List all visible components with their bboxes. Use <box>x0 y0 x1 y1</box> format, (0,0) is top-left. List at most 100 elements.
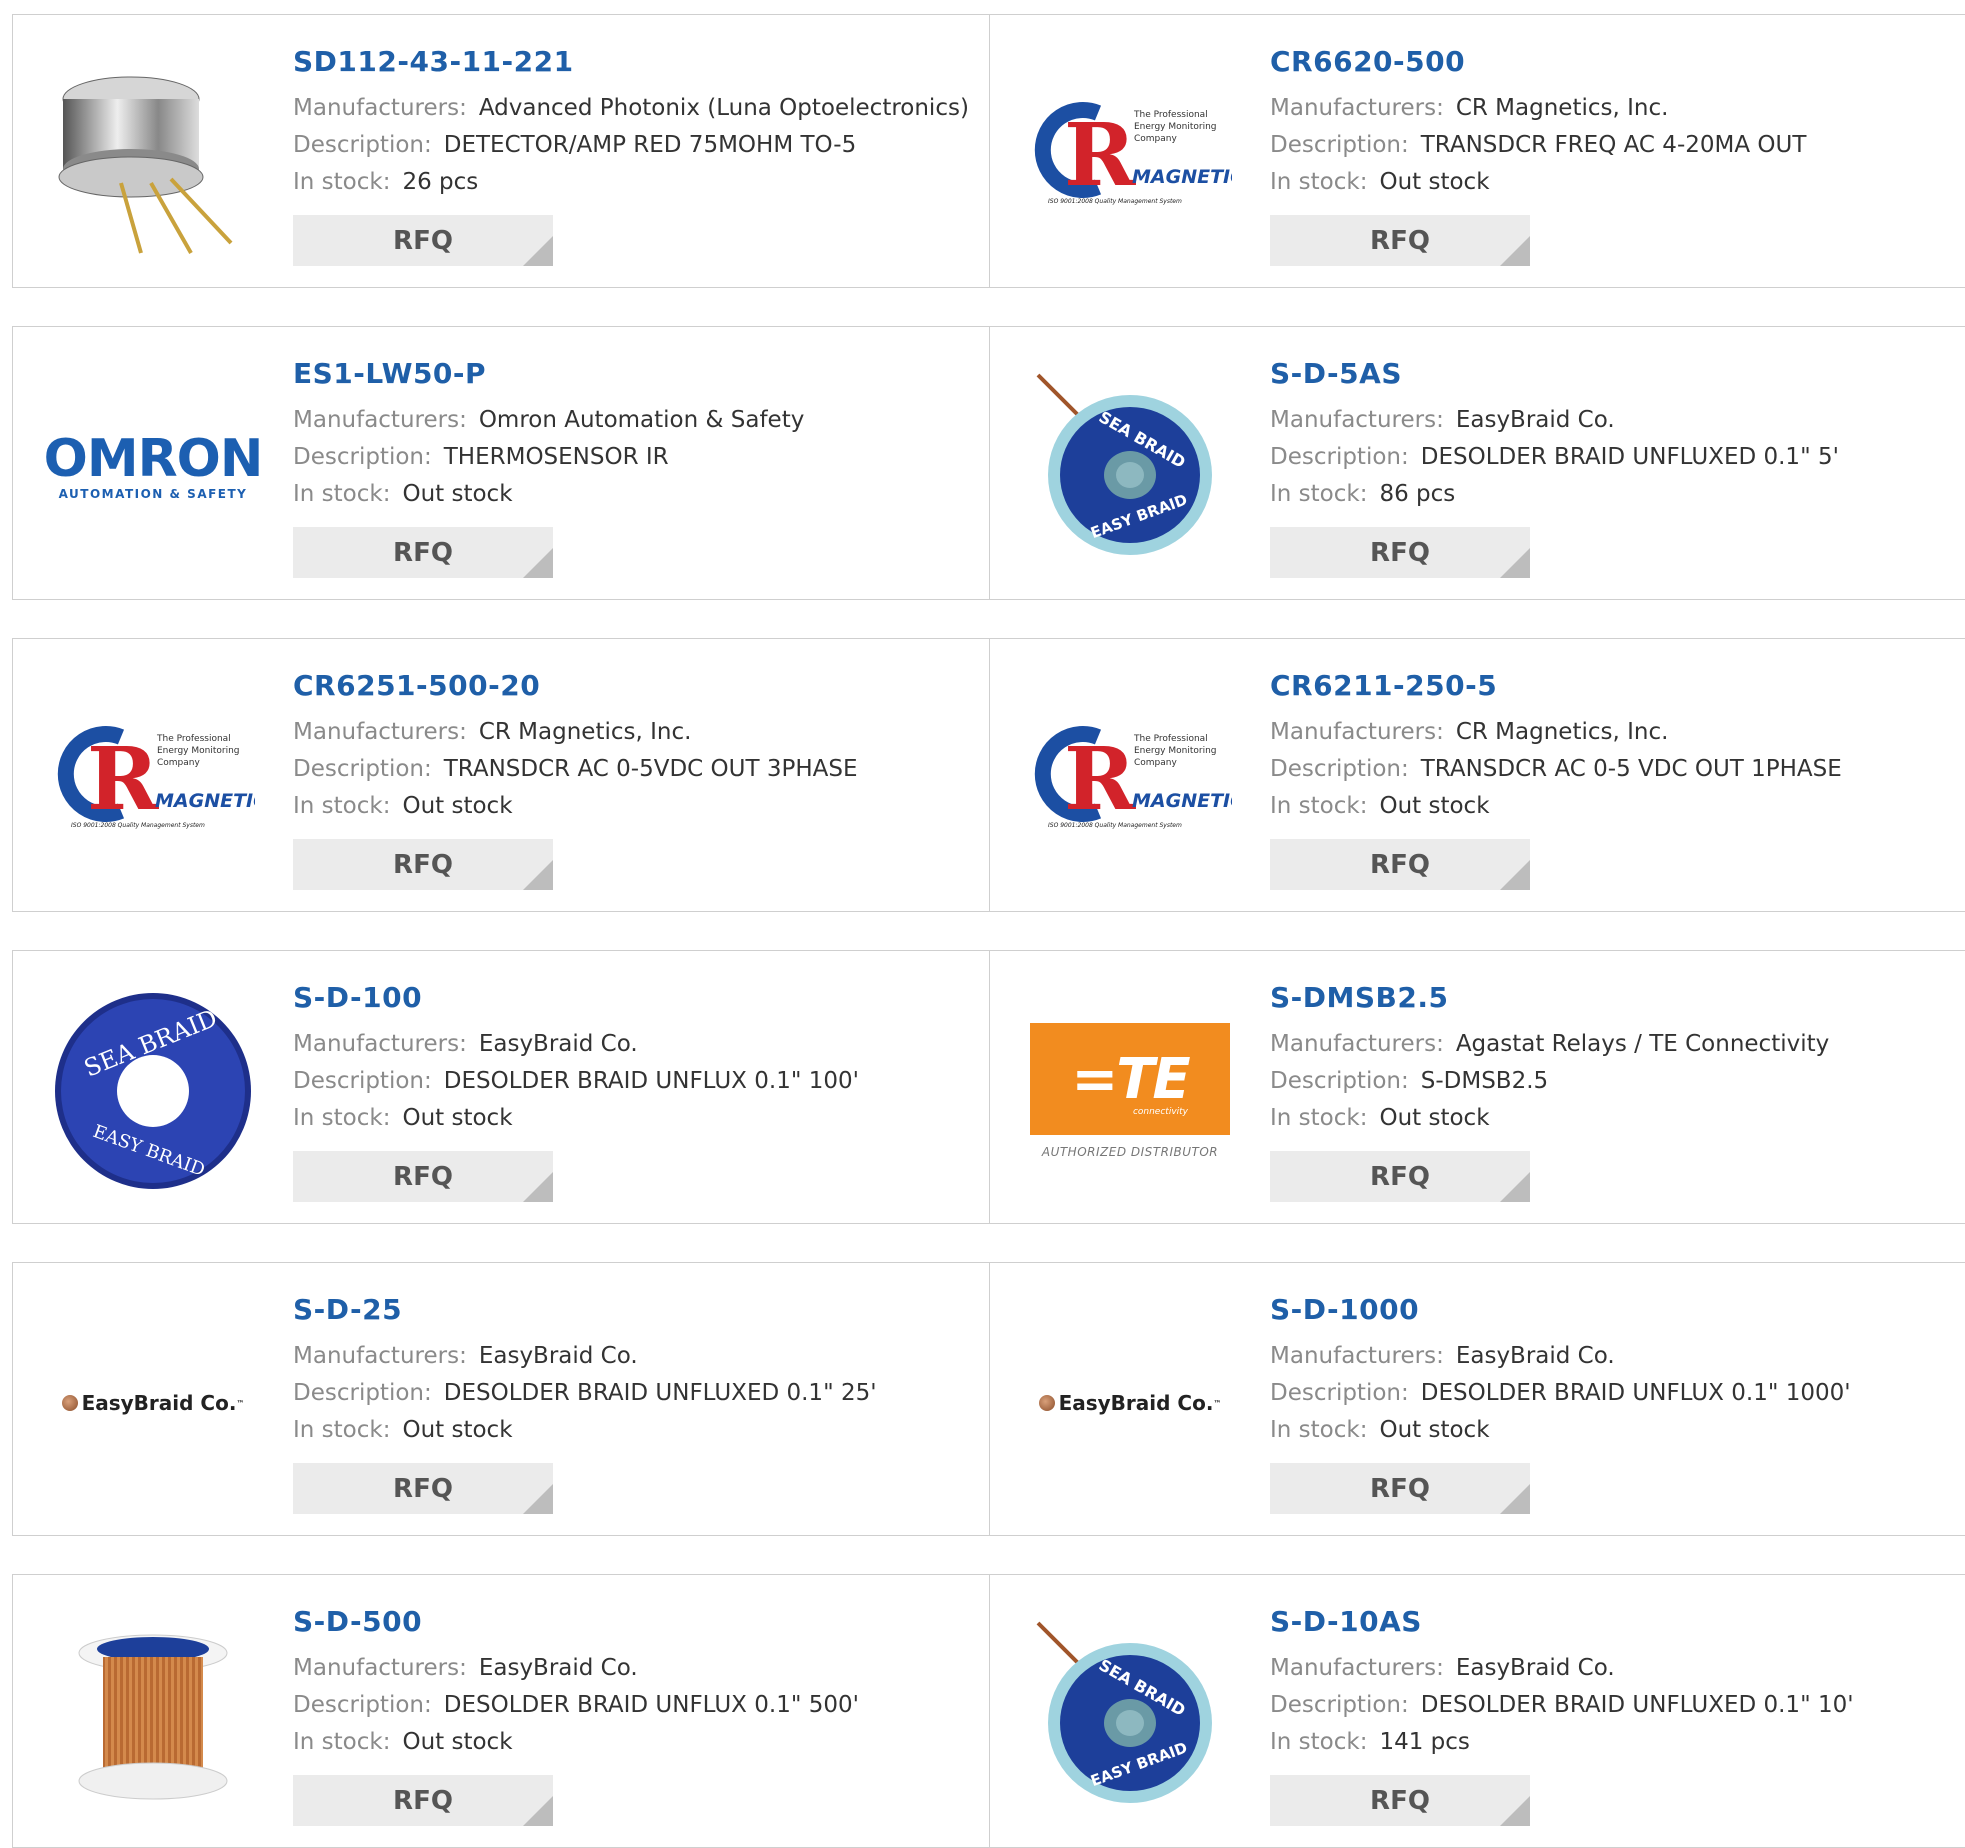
stock-label: In stock: <box>1270 481 1368 507</box>
stock-row: In stock: Out stock <box>293 1412 979 1449</box>
product-info: S-D-500 Manufacturers: EasyBraid Co. Desc… <box>293 1605 979 1761</box>
manufacturer-value: EasyBraid Co. <box>1455 1343 1615 1369</box>
product-part-number-link[interactable]: CR6251-500-20 <box>293 669 979 702</box>
stock-label: In stock: <box>1270 793 1368 819</box>
stock-label: In stock: <box>1270 169 1368 195</box>
rfq-button[interactable]: RFQ <box>1270 1463 1530 1514</box>
manufacturer-value: Omron Automation & Safety <box>478 407 805 433</box>
manufacturer-value: EasyBraid Co. <box>478 1655 638 1681</box>
stock-row: In stock: Out stock <box>1270 788 1955 825</box>
product-image[interactable] <box>51 53 255 257</box>
description-row: Description: DESOLDER BRAID UNFLUX 0.1" 5… <box>293 1687 979 1724</box>
product-card: SD112-43-11-221 Manufacturers: Advanced P… <box>12 14 990 288</box>
description-value: TRANSDCR AC 0-5VDC OUT 3PHASE <box>443 756 858 782</box>
manufacturer-row: Manufacturers: EasyBraid Co. <box>293 1338 979 1375</box>
svg-text:The Professional: The Professional <box>156 734 231 744</box>
product-image[interactable]: =TE connectivity AUTHORIZED DISTRIBUTOR <box>1028 989 1232 1193</box>
description-row: Description: DESOLDER BRAID UNFLUX 0.1" 1… <box>1270 1375 1955 1412</box>
rfq-button[interactable]: RFQ <box>1270 1151 1530 1202</box>
product-part-number-link[interactable]: ES1-LW50-P <box>293 357 979 390</box>
rfq-corner-decoration <box>523 548 553 578</box>
description-label: Description: <box>1270 132 1409 158</box>
description-label: Description: <box>293 444 432 470</box>
rfq-button[interactable]: RFQ <box>1270 215 1530 266</box>
product-part-number-link[interactable]: S-DMSB2.5 <box>1270 981 1955 1014</box>
rfq-button[interactable]: RFQ <box>1270 1775 1530 1826</box>
product-image[interactable]: EasyBraid Co. ™ <box>51 1301 255 1505</box>
product-image[interactable] <box>51 1613 255 1817</box>
product-card: SEA BRAID EASY BRAID CO. S-D-100 Manufac… <box>12 950 990 1224</box>
product-card: SEA BRAID EASY BRAID S-D-5AS Manufacture… <box>990 326 1965 600</box>
te-connectivity-logo: =TE connectivity AUTHORIZED DISTRIBUTOR <box>1030 1023 1230 1159</box>
product-image[interactable]: EasyBraid Co. ™ <box>1028 1301 1232 1505</box>
product-info: S-D-1000 Manufacturers: EasyBraid Co. Des… <box>1270 1293 1955 1449</box>
product-card: R The Professional Energy Monitoring Com… <box>990 638 1965 912</box>
product-part-number-link[interactable]: S-D-1000 <box>1270 1293 1955 1326</box>
product-part-number-link[interactable]: SD112-43-11-221 <box>293 45 979 78</box>
product-image[interactable]: R The Professional Energy Monitoring Com… <box>1028 677 1232 881</box>
rfq-button[interactable]: RFQ <box>293 1463 553 1514</box>
product-info: S-D-100 Manufacturers: EasyBraid Co. Desc… <box>293 981 979 1137</box>
description-label: Description: <box>1270 1692 1409 1718</box>
product-card: SEA BRAID EASY BRAID S-D-10AS Manufactur… <box>990 1574 1965 1848</box>
svg-text:ISO 9001:2008 Quality Manageme: ISO 9001:2008 Quality Management System <box>1048 198 1182 205</box>
product-image[interactable]: SEA BRAID EASY BRAID <box>1028 1613 1232 1817</box>
manufacturer-row: Manufacturers: EasyBraid Co. <box>1270 402 1955 439</box>
stock-value: Out stock <box>402 481 513 507</box>
stock-label: In stock: <box>1270 1105 1368 1131</box>
manufacturer-label: Manufacturers: <box>1270 719 1444 745</box>
product-part-number-link[interactable]: S-D-10AS <box>1270 1605 1955 1638</box>
rfq-button[interactable]: RFQ <box>293 215 553 266</box>
product-part-number-link[interactable]: S-D-5AS <box>1270 357 1955 390</box>
rfq-corner-decoration <box>523 1172 553 1202</box>
rfq-corner-decoration <box>523 860 553 890</box>
stock-value: 86 pcs <box>1379 481 1456 507</box>
cr-magnetics-logo: R The Professional Energy Monitoring Com… <box>1034 102 1232 206</box>
stock-value: Out stock <box>1379 169 1490 195</box>
rfq-button[interactable]: RFQ <box>1270 527 1530 578</box>
product-image[interactable]: SEA BRAID EASY BRAID <box>1028 365 1232 569</box>
stock-value: 26 pcs <box>402 169 479 195</box>
description-row: Description: DESOLDER BRAID UNFLUXED 0.1"… <box>1270 1687 1955 1724</box>
stock-row: In stock: Out stock <box>1270 1100 1955 1137</box>
rfq-button[interactable]: RFQ <box>1270 839 1530 890</box>
stock-row: In stock: 86 pcs <box>1270 476 1955 513</box>
rfq-button[interactable]: RFQ <box>293 839 553 890</box>
product-image[interactable]: R The Professional Energy Monitoring Com… <box>51 677 255 881</box>
stock-row: In stock: Out stock <box>1270 1412 1955 1449</box>
easybraid-logo: EasyBraid Co. ™ <box>1038 1391 1221 1415</box>
product-image[interactable]: SEA BRAID EASY BRAID CO. <box>51 989 255 1193</box>
product-image[interactable]: R The Professional Energy Monitoring Com… <box>1028 53 1232 257</box>
sea-braid-spool-photo: SEA BRAID EASY BRAID <box>1036 373 1212 555</box>
rfq-button-label: RFQ <box>1370 1161 1430 1192</box>
rfq-button-label: RFQ <box>393 849 453 880</box>
rfq-button-label: RFQ <box>1370 849 1430 880</box>
product-image[interactable]: OMRON AUTOMATION & SAFETY <box>44 365 264 569</box>
rfq-button-label: RFQ <box>1370 1785 1430 1816</box>
product-card: =TE connectivity AUTHORIZED DISTRIBUTOR S… <box>990 950 1965 1224</box>
manufacturer-value: EasyBraid Co. <box>478 1031 638 1057</box>
product-part-number-link[interactable]: S-D-25 <box>293 1293 979 1326</box>
svg-text:R: R <box>87 729 159 830</box>
manufacturer-row: Manufacturers: Omron Automation & Safety <box>293 402 979 439</box>
rfq-corner-decoration <box>523 236 553 266</box>
description-value: DESOLDER BRAID UNFLUXED 0.1" 5' <box>1420 444 1839 470</box>
product-info: S-DMSB2.5 Manufacturers: Agastat Relays /… <box>1270 981 1955 1137</box>
product-part-number-link[interactable]: S-D-100 <box>293 981 979 1014</box>
rfq-button[interactable]: RFQ <box>293 1151 553 1202</box>
product-part-number-link[interactable]: CR6211-250-5 <box>1270 669 1955 702</box>
to5-detector-photo <box>58 76 233 254</box>
rfq-button-label: RFQ <box>393 537 453 568</box>
rfq-button[interactable]: RFQ <box>293 527 553 578</box>
stock-row: In stock: 26 pcs <box>293 164 979 201</box>
manufacturer-label: Manufacturers: <box>293 1343 467 1369</box>
manufacturer-row: Manufacturers: Advanced Photonix (Luna Op… <box>293 90 979 127</box>
product-part-number-link[interactable]: CR6620-500 <box>1270 45 1955 78</box>
product-info: CR6251-500-20 Manufacturers: CR Magnetics… <box>293 669 979 825</box>
product-part-number-link[interactable]: S-D-500 <box>293 1605 979 1638</box>
description-value: DETECTOR/AMP RED 75MOHM TO-5 <box>443 132 857 158</box>
product-info: CR6211-250-5 Manufacturers: CR Magnetics,… <box>1270 669 1955 825</box>
rfq-button[interactable]: RFQ <box>293 1775 553 1826</box>
description-row: Description: TRANSDCR AC 0-5 VDC OUT 1PHA… <box>1270 751 1955 788</box>
description-value: THERMOSENSOR IR <box>443 444 669 470</box>
